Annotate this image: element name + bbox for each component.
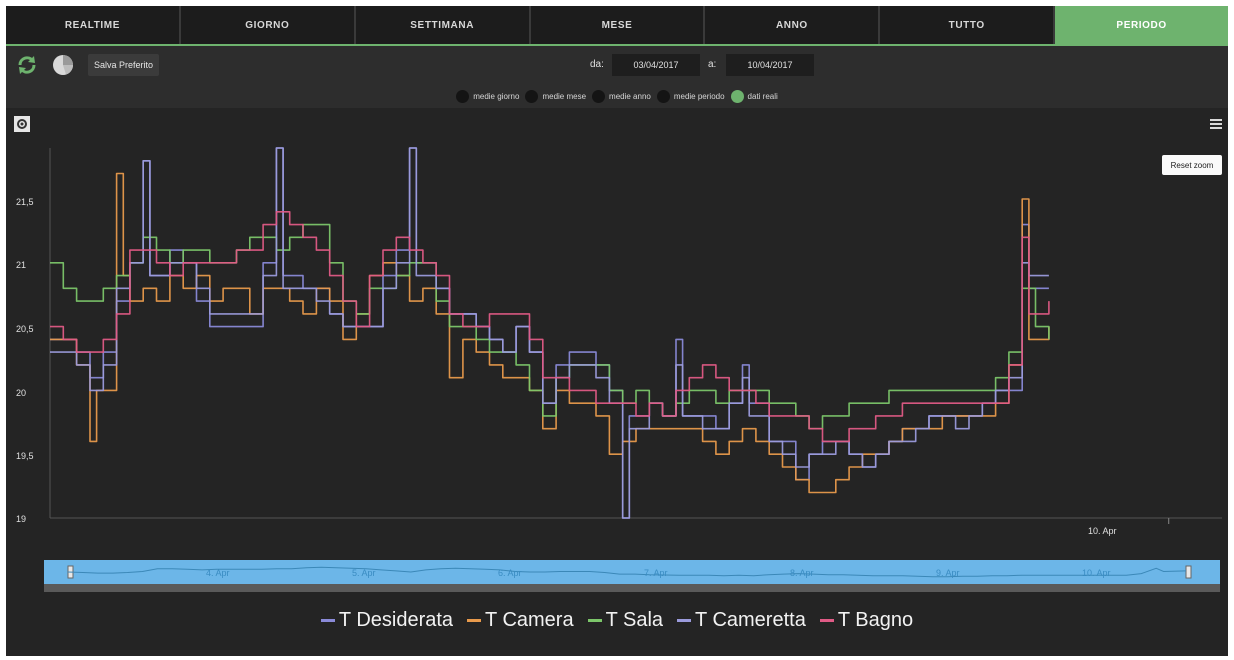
radio-label: medie anno (609, 91, 651, 101)
legend-label: T Bagno (837, 608, 914, 631)
legend-label: T Desiderata (338, 608, 454, 631)
tab-realtime[interactable]: REALTIME (6, 6, 181, 44)
navigator-date-label: 4. Apr (206, 568, 230, 578)
radio-dot-icon (456, 89, 470, 103)
series-line-t-sala (50, 223, 1050, 430)
navigator-date-label: 5. Apr (352, 568, 376, 578)
radio-label: medie mese (542, 91, 587, 101)
legend-label: T Sala (605, 608, 664, 631)
radio-medie-mese[interactable]: medie mese (525, 89, 587, 103)
series-line-t-bagno (50, 211, 1050, 443)
radio-dot-icon (656, 89, 670, 103)
radio-medie-periodo[interactable]: medie periodo (656, 89, 725, 103)
tab-mese[interactable]: MESE (530, 6, 706, 44)
aggregation-options: medie giorno medie mese medie anno medie… (6, 88, 1228, 104)
navigator-date-label: 9. Apr (936, 568, 960, 578)
legend-line-icon (587, 618, 602, 622)
app-frame: REALTIME GIORNO SETTIMANA MESE ANNO TUTT… (6, 6, 1228, 656)
tab-anno[interactable]: ANNO (705, 6, 881, 44)
navigator-scrollbar (44, 584, 1220, 592)
legend-line-icon (819, 618, 834, 622)
navigator-right-handle[interactable] (1185, 565, 1192, 579)
legend-item-t-sala[interactable]: T Sala (587, 608, 664, 632)
pie-chart-icon[interactable] (52, 54, 74, 76)
radio-dot-icon (525, 89, 539, 103)
tab-tutto[interactable]: TUTTO (880, 6, 1056, 44)
legend-label: T Cameretta (695, 608, 806, 631)
navigator-date-label: 10. Apr (1082, 568, 1111, 578)
legend-item-t-cameretta[interactable]: T Cameretta (677, 609, 806, 632)
legend-item-t-desiderata[interactable]: T Desiderata (320, 608, 454, 632)
navigator-date-label: 6. Apr (498, 568, 522, 578)
legend-line-icon (320, 618, 335, 622)
tab-periodo[interactable]: PERIODO (1055, 6, 1228, 44)
legend-line-icon (467, 618, 482, 622)
radio-dot-icon (592, 89, 606, 103)
radio-label: dati reali (747, 91, 778, 101)
to-date-input[interactable]: 10/04/2017 (726, 54, 814, 76)
radio-label: medie periodo (673, 91, 725, 101)
series-line-t-desiderata (50, 147, 1049, 519)
to-label: a: (708, 59, 717, 70)
radio-medie-giorno[interactable]: medie giorno (456, 89, 520, 103)
chart-area: Reset zoom 21,5 21 20,5 20 19,5 19 10. A… (6, 108, 1228, 656)
navigator-date-label: 8. Apr (790, 568, 814, 578)
save-favorite-button[interactable]: Salva Preferito (88, 54, 160, 76)
legend-item-t-camera[interactable]: T Camera (467, 609, 574, 632)
series-line-t-camera (50, 172, 1050, 494)
chart-legend: T Desiderata T Camera T Sala T Cameretta… (6, 605, 1228, 635)
tab-giorno[interactable]: GIORNO (180, 6, 356, 44)
legend-label: T Camera (485, 608, 574, 631)
legend-item-t-bagno[interactable]: T Bagno (819, 608, 914, 632)
toolbar: Salva Preferito da: 03/04/2017 a: 10/04/… (6, 46, 1228, 108)
legend-line-icon (677, 618, 692, 622)
from-label: da: (590, 59, 604, 70)
navigator-date-label: 7. Apr (644, 568, 668, 578)
tab-bar: REALTIME GIORNO SETTIMANA MESE ANNO TUTT… (6, 6, 1228, 44)
tab-settimana[interactable]: SETTIMANA (355, 6, 531, 44)
from-date-input[interactable]: 03/04/2017 (612, 54, 700, 76)
radio-medie-anno[interactable]: medie anno (592, 89, 651, 103)
refresh-icon[interactable] (16, 54, 38, 76)
series-line-t-cameretta (50, 147, 1049, 519)
radio-dati-reali[interactable]: dati reali (730, 89, 778, 103)
radio-label: medie giorno (473, 91, 520, 101)
radio-dot-icon (730, 89, 744, 103)
line-chart: 4. Apr 5. Apr 6. Apr 7. Apr 8. Apr 9. Apr 10. … (44, 147, 1222, 592)
